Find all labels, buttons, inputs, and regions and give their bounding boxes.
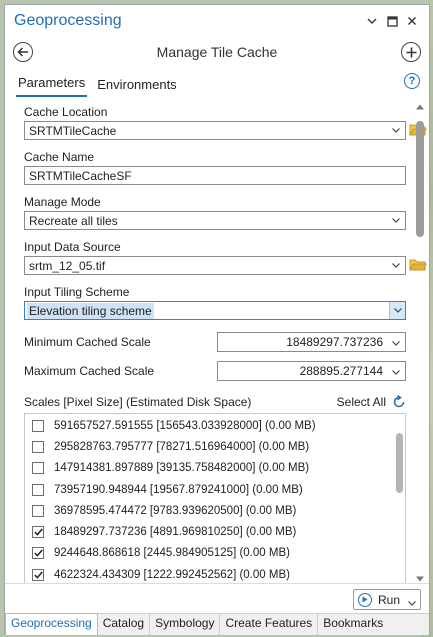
scale-item-label: 73957190.948944 [19567.879241000] (0.00 … [54,483,303,496]
scale-list-item[interactable]: 591657527.591555 [156543.033928000] (0.0… [25,415,405,436]
manage-mode-label: Manage Mode [24,195,101,209]
scroll-up-icon[interactable] [416,99,424,110]
max-scale-value: 288895.277144 [299,364,383,378]
tool-header: Manage Tile Cache [5,37,429,67]
max-scale-row: Maximum Cached Scale 288895.277144 [24,361,406,381]
add-icon[interactable] [401,42,421,62]
bottom-tab-strip: Geoprocessing Catalog Symbology Create F… [5,613,429,635]
run-label: Run [378,592,401,607]
scroll-down-icon[interactable] [416,571,424,582]
run-button[interactable]: Run [353,589,421,610]
help-icon[interactable]: ? [404,73,420,89]
input-data-source-label: Input Data Source [24,240,121,254]
checkbox-unchecked[interactable] [32,440,44,453]
scales-label: Scales [Pixel Size] (Estimated Disk Spac… [24,395,252,409]
pin-icon[interactable] [383,12,401,30]
scales-scrollbar[interactable] [396,418,403,583]
manage-mode-value: Recreate all tiles [29,213,118,228]
main-scrollbar[interactable] [416,103,424,582]
scales-list: 591657527.591555 [156543.033928000] (0.0… [24,413,406,583]
max-scale-label: Maximum Cached Scale [24,364,155,378]
tool-title: Manage Tile Cache [156,44,278,60]
min-scale-row: Minimum Cached Scale 18489297.737236 [24,332,406,352]
scales-header: Scales [Pixel Size] (Estimated Disk Spac… [24,394,406,410]
checkbox-unchecked[interactable] [32,462,44,475]
scale-item-label: 295828763.795777 [78271.516964000] (0.00… [54,440,310,453]
refresh-icon[interactable] [392,394,406,409]
chevron-down-icon[interactable] [391,367,401,377]
checkbox-unchecked[interactable] [32,419,44,432]
pane-footer: Run [5,583,429,613]
scale-item-label: 4622324.434309 [1222.992452562] (0.00 MB… [54,568,290,581]
cache-name-label: Cache Name [24,150,95,164]
tab-catalog[interactable]: Catalog [98,613,151,635]
close-icon[interactable] [403,12,421,30]
max-scale-select[interactable]: 288895.277144 [217,361,406,381]
run-icon [358,592,372,607]
min-scale-value: 18489297.737236 [286,335,383,349]
chevron-down-icon[interactable] [408,595,416,609]
tab-create-features[interactable]: Create Features [220,613,319,635]
min-scale-label: Minimum Cached Scale [24,335,151,349]
scale-item-label: 147914381.897889 [39135.758482000] (0.00… [54,462,310,475]
cache-name-value: SRTMTileCacheSF [29,168,132,183]
scale-list-item[interactable]: 295828763.795777 [78271.516964000] (0.00… [25,436,405,457]
scale-item-label: 18489297.737236 [4891.969810250] (0.00 M… [54,526,297,539]
tab-parameters[interactable]: Parameters [16,75,88,97]
parameter-tabs: Parameters Environments ? [5,67,429,97]
tab-bookmarks[interactable]: Bookmarks [318,613,388,635]
scale-item-label: 36978595.474472 [9783.939620500] (0.00 M… [54,504,297,517]
chevron-down-icon[interactable] [363,12,381,30]
parameters-form: Cache Location SRTMTileCache Cache Name … [24,97,427,583]
cache-location-field[interactable]: SRTMTileCache [24,121,427,140]
input-tiling-scheme-select[interactable]: Elevation tiling scheme [24,301,406,320]
cache-location-value: SRTMTileCache [29,123,117,138]
checkbox-checked[interactable] [32,568,44,581]
select-all-button[interactable]: Select All [337,395,386,409]
scale-item-label: 9244648.868618 [2445.984905125] (0.00 MB… [54,547,290,560]
manage-mode-select[interactable]: Recreate all tiles [24,211,406,230]
scale-list-item[interactable]: 4622324.434309 [1222.992452562] (0.00 MB… [25,564,405,583]
tab-environments[interactable]: Environments [95,77,178,97]
checkbox-checked[interactable] [32,526,44,539]
parameters-content: Cache Location SRTMTileCache Cache Name … [5,97,429,583]
pane-titlebar: Geoprocessing [5,5,429,37]
scale-list-item[interactable]: 73957190.948944 [19567.879241000] (0.00 … [25,479,405,500]
scale-item-label: 591657527.591555 [156543.033928000] (0.0… [54,419,316,432]
chevron-down-icon[interactable] [391,215,401,225]
pane-title: Geoprocessing [14,12,122,29]
geoprocessing-pane: Geoprocessing Manage Tile Cache Paramete… [4,4,430,635]
cache-name-field[interactable]: SRTMTileCacheSF [24,166,406,185]
tab-geoprocessing[interactable]: Geoprocessing [5,613,98,635]
chevron-down-icon[interactable] [391,125,401,135]
cache-location-label: Cache Location [24,105,108,119]
input-tiling-scheme-label: Input Tiling Scheme [24,285,130,299]
chevron-down-icon[interactable] [391,338,401,348]
scale-items: 591657527.591555 [156543.033928000] (0.0… [25,414,405,583]
scale-list-item[interactable]: 36978595.474472 [9783.939620500] (0.00 M… [25,500,405,521]
chevron-down-icon[interactable] [391,260,401,270]
back-arrow-icon[interactable] [13,42,33,62]
scale-list-item[interactable]: 147914381.897889 [39135.758482000] (0.00… [25,458,405,479]
scale-list-item[interactable]: 18489297.737236 [4891.969810250] (0.00 M… [25,521,405,542]
checkbox-unchecked[interactable] [32,483,44,496]
scale-list-item[interactable]: 9244648.868618 [2445.984905125] (0.00 MB… [25,543,405,564]
input-data-source-field[interactable]: srtm_12_05.tif [24,256,427,275]
checkbox-checked[interactable] [32,547,44,560]
scales-scrollbar-thumb[interactable] [396,433,403,493]
input-data-source-value: srtm_12_05.tif [29,258,106,273]
min-scale-select[interactable]: 18489297.737236 [217,332,406,352]
input-tiling-scheme-value: Elevation tiling scheme [27,302,154,319]
tab-symbology[interactable]: Symbology [150,613,221,635]
main-scrollbar-thumb[interactable] [416,121,424,237]
checkbox-unchecked[interactable] [32,504,44,517]
chevron-down-icon[interactable] [389,302,405,319]
